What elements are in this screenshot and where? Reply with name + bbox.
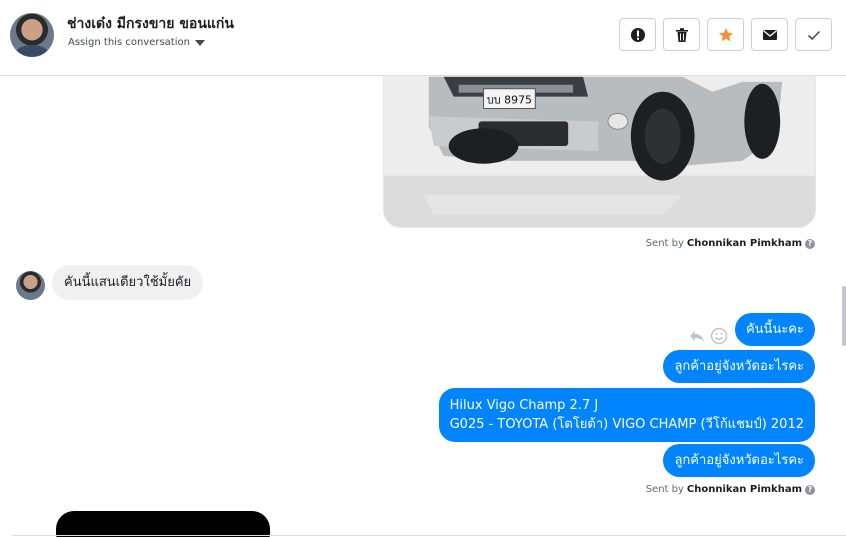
star-icon — [718, 27, 733, 41]
message-line: Hilux Vigo Champ 2.7 J — [449, 398, 599, 413]
outgoing-message[interactable]: ลูกค้าอยู่จังหวัดอะไรคะ — [663, 350, 815, 383]
message-thread[interactable]: บบ 8975 Sent by Chonnikan Pimkham ? คันน… — [0, 76, 846, 537]
pickup-truck-image: บบ 8975 — [384, 76, 815, 227]
caret-down-icon — [194, 39, 205, 46]
conversation-header: ช่างเด๋ง มีกรงขาย ขอนแก่น Assign this co… — [0, 0, 846, 76]
trash-icon — [675, 27, 688, 42]
composer-divider — [12, 535, 846, 536]
sent-by-label: Sent by Chonnikan Pimkham ? — [646, 484, 815, 495]
assign-conversation-dropdown[interactable]: Assign this conversation — [68, 37, 205, 48]
star-button[interactable] — [707, 18, 744, 51]
contact-name[interactable]: ช่างเด๋ง มีกรงขาย ขอนแก่น — [67, 13, 234, 35]
assign-label: Assign this conversation — [68, 37, 190, 48]
sender-name[interactable]: Chonnikan Pimkham — [687, 484, 802, 495]
sender-name[interactable]: Chonnikan Pimkham — [687, 238, 802, 249]
message-line: G025 - TOYOTA (โตโยต้า) VIGO CHAMP (วีโก… — [449, 417, 804, 432]
delete-button[interactable] — [663, 18, 700, 51]
contact-avatar[interactable] — [10, 13, 54, 57]
license-plate: บบ 8975 — [487, 94, 532, 107]
car-photo-attachment[interactable]: บบ 8975 — [383, 76, 816, 228]
help-icon[interactable]: ? — [805, 484, 815, 495]
sent-by-prefix: Sent by — [645, 238, 684, 249]
mark-unread-button[interactable] — [751, 18, 788, 51]
outgoing-message[interactable]: Hilux Vigo Champ 2.7 J G025 - TOYOTA (โต… — [438, 388, 815, 442]
envelope-icon — [762, 29, 777, 40]
incoming-media-message[interactable] — [56, 511, 270, 537]
sent-by-label: Sent by Chonnikan Pimkham ? — [646, 238, 815, 249]
sent-by-prefix: Sent by — [645, 484, 684, 495]
exclamation-icon — [630, 27, 645, 42]
outgoing-message[interactable]: ลูกค้าอยู่จังหวัดอะไรคะ — [663, 444, 815, 477]
smiley-icon[interactable] — [710, 327, 728, 345]
contact-avatar-small[interactable] — [16, 271, 45, 300]
reply-icon[interactable] — [688, 327, 706, 345]
incoming-message[interactable]: คันนี้แสนเดียวใช้มั้ยคัย — [52, 265, 204, 300]
check-icon — [807, 30, 820, 40]
thread-scrollbar[interactable] — [842, 286, 846, 346]
outgoing-message[interactable]: คันนี้นะคะ — [734, 313, 815, 346]
help-icon[interactable]: ? — [805, 238, 815, 249]
mark-done-button[interactable] — [795, 18, 832, 51]
conversation-toolbar — [619, 18, 832, 51]
message-actions — [688, 327, 728, 345]
mark-spam-button[interactable] — [619, 18, 656, 51]
